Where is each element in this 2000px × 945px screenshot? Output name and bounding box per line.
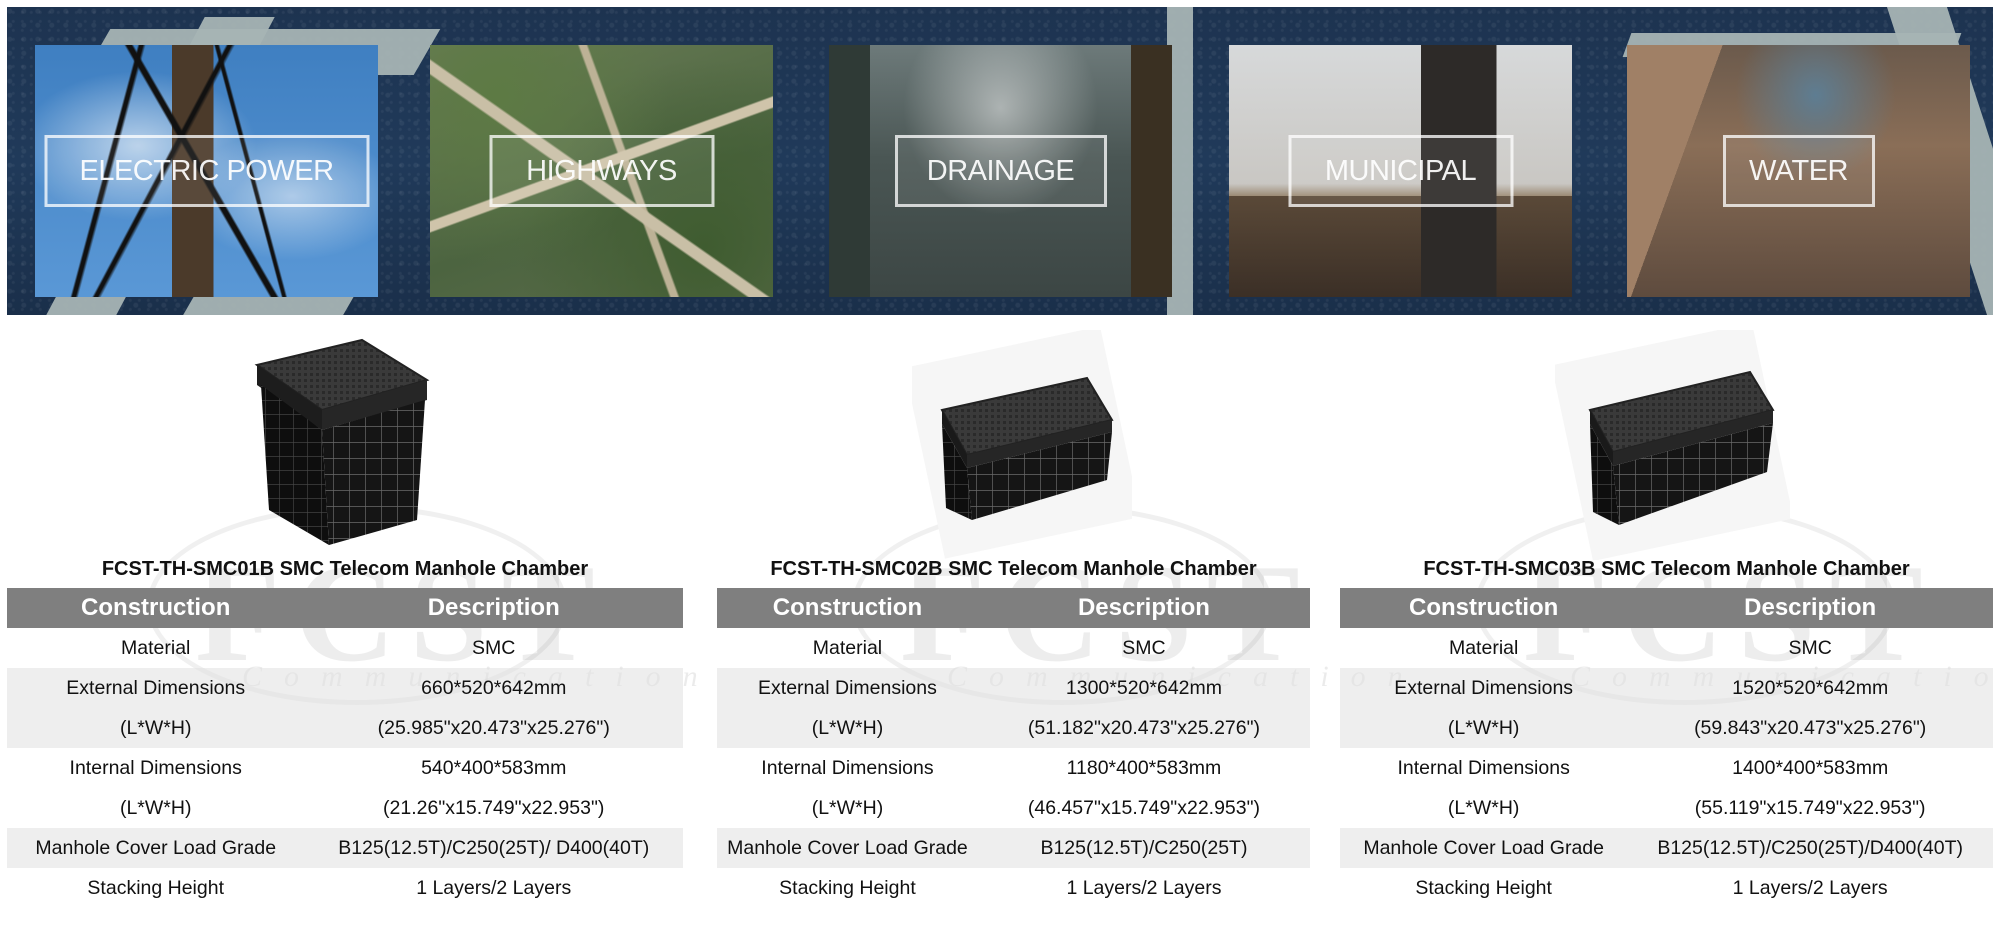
application-banner: ELECTRIC POWER HIGHWAYS DRAINAGE MUNICIP… bbox=[7, 7, 1993, 315]
product-title: FCST-TH-SMC03B SMC Telecom Manhole Chamb… bbox=[1423, 558, 1910, 580]
spec-value: SMC bbox=[1122, 636, 1166, 659]
spec-label: Internal Dimensions bbox=[69, 756, 242, 779]
spec-label: (L*W*H) bbox=[1447, 796, 1520, 819]
spec-label: Manhole Cover Load Grade bbox=[717, 828, 978, 868]
spec-row-internal-dimensions: Internal Dimensions 540*400*583mm bbox=[7, 748, 683, 788]
spec-label: Manhole Cover Load Grade bbox=[7, 828, 305, 868]
spec-value: (51.182"x20.473"x25.276") bbox=[977, 708, 1310, 748]
spec-label: (L*W*H) bbox=[717, 708, 978, 748]
category-tile-highways[interactable]: HIGHWAYS bbox=[430, 45, 773, 297]
category-tile-electric-power[interactable]: ELECTRIC POWER bbox=[35, 45, 378, 297]
product-image-cube-chamber bbox=[237, 330, 437, 560]
spec-row-load-grade: Manhole Cover Load Grade B125(12.5T)/C25… bbox=[1340, 828, 1993, 868]
spec-value: (21.26"x15.749"x22.953") bbox=[383, 796, 605, 819]
column-header-construction: Construction bbox=[7, 588, 305, 628]
spec-row-material: Material SMC bbox=[1340, 628, 1993, 668]
product-title: FCST-TH-SMC02B SMC Telecom Manhole Chamb… bbox=[770, 558, 1257, 580]
spec-header-row: Construction Description bbox=[7, 588, 683, 628]
spec-table: Construction Description Material SMC Ex… bbox=[717, 588, 1310, 908]
spec-value: (55.119"x15.749"x22.953") bbox=[1694, 796, 1926, 819]
category-tile-water[interactable]: WATER bbox=[1627, 45, 1970, 297]
spec-value: 1400*400*583mm bbox=[1732, 756, 1889, 779]
spec-row-external-dimensions-inch: (L*W*H) (59.843"x20.473"x25.276") bbox=[1340, 708, 1993, 748]
spec-label: Internal Dimensions bbox=[761, 756, 934, 779]
spec-row-internal-dimensions: Internal Dimensions 1180*400*583mm bbox=[717, 748, 1310, 788]
spec-header-row: Construction Description bbox=[1340, 588, 1993, 628]
spec-label: Stacking Height bbox=[779, 876, 916, 899]
spec-value: 1300*520*642mm bbox=[977, 668, 1310, 708]
spec-header-row: Construction Description bbox=[717, 588, 1310, 628]
spec-row-stacking-height: Stacking Height 1 Layers/2 Layers bbox=[717, 868, 1310, 908]
spec-row-external-dimensions: External Dimensions 1520*520*642mm bbox=[1340, 668, 1993, 708]
spec-label: Material bbox=[121, 636, 191, 659]
spec-row-load-grade: Manhole Cover Load Grade B125(12.5T)/C25… bbox=[717, 828, 1310, 868]
spec-value: 1 Layers/2 Layers bbox=[1066, 876, 1222, 899]
spec-row-load-grade: Manhole Cover Load Grade B125(12.5T)/C25… bbox=[7, 828, 683, 868]
spec-value: (46.457"x15.749"x22.953") bbox=[1027, 796, 1261, 819]
category-tile-municipal[interactable]: MUNICIPAL bbox=[1229, 45, 1572, 297]
column-header-description: Description bbox=[977, 588, 1310, 628]
column-header-construction: Construction bbox=[1340, 588, 1628, 628]
spec-row-internal-dimensions-inch: (L*W*H) (46.457"x15.749"x22.953") bbox=[717, 788, 1310, 828]
spec-row-external-dimensions-inch: (L*W*H) (25.985"x20.473"x25.276") bbox=[7, 708, 683, 748]
spec-label: Material bbox=[1448, 636, 1519, 659]
spec-row-material: Material SMC bbox=[7, 628, 683, 668]
spec-label: Stacking Height bbox=[87, 876, 224, 899]
spec-value: 1180*400*583mm bbox=[1066, 756, 1222, 779]
spec-value: 1 Layers/2 Layers bbox=[416, 876, 572, 899]
spec-label: External Dimensions bbox=[1340, 668, 1628, 708]
spec-row-internal-dimensions-inch: (L*W*H) (55.119"x15.749"x22.953") bbox=[1340, 788, 1993, 828]
spec-table: Construction Description Material SMC Ex… bbox=[1340, 588, 1993, 908]
spec-row-internal-dimensions-inch: (L*W*H) (21.26"x15.749"x22.953") bbox=[7, 788, 683, 828]
spec-row-external-dimensions-inch: (L*W*H) (51.182"x20.473"x25.276") bbox=[717, 708, 1310, 748]
spec-value: 660*520*642mm bbox=[304, 668, 683, 708]
spec-row-stacking-height: Stacking Height 1 Layers/2 Layers bbox=[1340, 868, 1993, 908]
column-header-description: Description bbox=[1627, 588, 1993, 628]
spec-row-stacking-height: Stacking Height 1 Layers/2 Layers bbox=[7, 868, 683, 908]
spec-label: (L*W*H) bbox=[119, 796, 192, 819]
spec-label: External Dimensions bbox=[717, 668, 978, 708]
category-tile-drainage[interactable]: DRAINAGE bbox=[829, 45, 1172, 297]
product-title: FCST-TH-SMC01B SMC Telecom Manhole Chamb… bbox=[101, 558, 589, 580]
spec-value: SMC bbox=[1788, 636, 1832, 659]
product-image-long-chamber bbox=[1551, 322, 1794, 562]
spec-label: Material bbox=[812, 636, 883, 659]
spec-value: B125(12.5T)/C250(25T)/D400(40T) bbox=[1627, 828, 1993, 868]
spec-value: 540*400*583mm bbox=[421, 756, 567, 779]
spec-label: (L*W*H) bbox=[7, 708, 305, 748]
spec-value: (25.985"x20.473"x25.276") bbox=[304, 708, 683, 748]
spec-label: (L*W*H) bbox=[1340, 708, 1628, 748]
spec-value: (59.843"x20.473"x25.276") bbox=[1627, 708, 1993, 748]
spec-label: Manhole Cover Load Grade bbox=[1340, 828, 1628, 868]
category-label: ELECTRIC POWER bbox=[44, 135, 369, 207]
spec-row-external-dimensions: External Dimensions 1300*520*642mm bbox=[717, 668, 1310, 708]
spec-value: 1 Layers/2 Layers bbox=[1732, 876, 1888, 899]
spec-value: 1520*520*642mm bbox=[1627, 668, 1993, 708]
spec-label: Internal Dimensions bbox=[1397, 756, 1570, 779]
category-label: WATER bbox=[1722, 135, 1875, 207]
spec-value: B125(12.5T)/C250(25T)/ D400(40T) bbox=[304, 828, 683, 868]
spec-row-internal-dimensions: Internal Dimensions 1400*400*583mm bbox=[1340, 748, 1993, 788]
category-label: HIGHWAYS bbox=[489, 135, 714, 207]
spec-label: External Dimensions bbox=[7, 668, 305, 708]
category-label: DRAINAGE bbox=[894, 135, 1107, 207]
category-label: MUNICIPAL bbox=[1288, 135, 1513, 207]
spec-value: B125(12.5T)/C250(25T) bbox=[977, 828, 1310, 868]
spec-row-material: Material SMC bbox=[717, 628, 1310, 668]
spec-label: (L*W*H) bbox=[811, 796, 884, 819]
spec-row-external-dimensions: External Dimensions 660*520*642mm bbox=[7, 668, 683, 708]
column-header-construction: Construction bbox=[717, 588, 978, 628]
spec-label: Stacking Height bbox=[1415, 876, 1552, 899]
spec-table: Construction Description Material SMC Ex… bbox=[7, 588, 683, 908]
product-image-long-chamber bbox=[904, 326, 1141, 560]
column-header-description: Description bbox=[304, 588, 683, 628]
spec-value: SMC bbox=[472, 636, 516, 659]
